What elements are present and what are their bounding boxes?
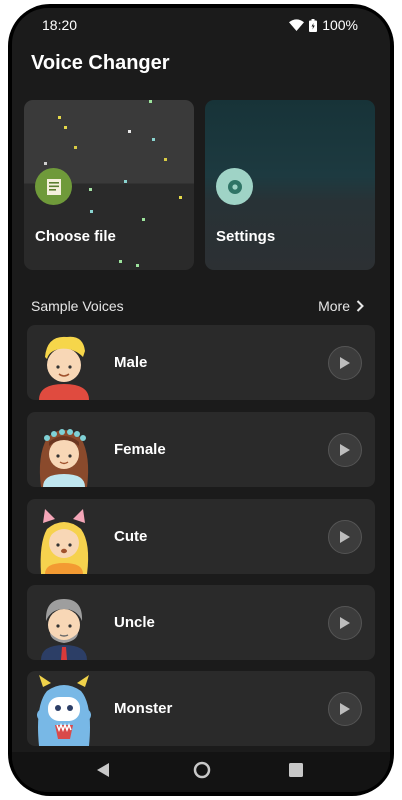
voice-item-uncle[interactable]: Uncle <box>27 585 375 660</box>
play-icon <box>340 357 350 369</box>
voice-item-cute[interactable]: Cute <box>27 499 375 574</box>
cute-avatar <box>40 509 89 574</box>
wifi-icon <box>289 19 305 31</box>
app-screen: 18:20 100% Voice Changer Choose file Set… <box>12 8 390 792</box>
battery-icon <box>309 18 318 32</box>
file-icon <box>35 168 72 205</box>
voice-item-male[interactable]: Male <box>27 325 375 400</box>
voice-name: Female <box>114 441 166 458</box>
female-avatar <box>39 429 89 487</box>
status-time: 18:20 <box>42 17 78 33</box>
choose-file-card[interactable]: Choose file <box>24 100 194 270</box>
battery-percent: 100% <box>322 17 358 33</box>
recents-icon[interactable] <box>289 763 303 782</box>
monster-avatar <box>37 675 91 746</box>
status-bar: 18:20 100% <box>12 8 390 42</box>
voice-name: Uncle <box>114 614 155 631</box>
settings-card[interactable]: Settings <box>205 100 375 270</box>
voice-item-female[interactable]: Female <box>27 412 375 487</box>
play-icon <box>340 444 350 456</box>
app-title: Voice Changer <box>31 52 170 74</box>
gear-icon <box>216 168 253 205</box>
play-icon <box>340 531 350 543</box>
more-link[interactable]: More <box>318 298 364 314</box>
play-button[interactable] <box>328 520 362 554</box>
sample-voices-header: Sample Voices <box>31 298 124 314</box>
male-avatar <box>39 336 89 400</box>
navigation-bar <box>12 752 390 792</box>
settings-label: Settings <box>216 228 276 245</box>
play-button[interactable] <box>328 606 362 640</box>
voice-name: Monster <box>114 700 173 717</box>
home-icon[interactable] <box>193 761 211 784</box>
play-button[interactable] <box>328 346 362 380</box>
chevron-right-icon <box>356 300 364 312</box>
voice-name: Cute <box>114 528 148 545</box>
choose-file-label: Choose file <box>35 228 116 245</box>
voice-item-monster[interactable]: Monster <box>27 671 375 746</box>
voice-name: Male <box>114 354 148 371</box>
uncle-avatar <box>41 599 87 660</box>
back-icon[interactable] <box>96 762 110 783</box>
play-button[interactable] <box>328 692 362 726</box>
play-icon <box>340 617 350 629</box>
more-label: More <box>318 298 350 314</box>
status-icons: 100% <box>289 17 358 33</box>
play-icon <box>340 703 350 715</box>
play-button[interactable] <box>328 433 362 467</box>
